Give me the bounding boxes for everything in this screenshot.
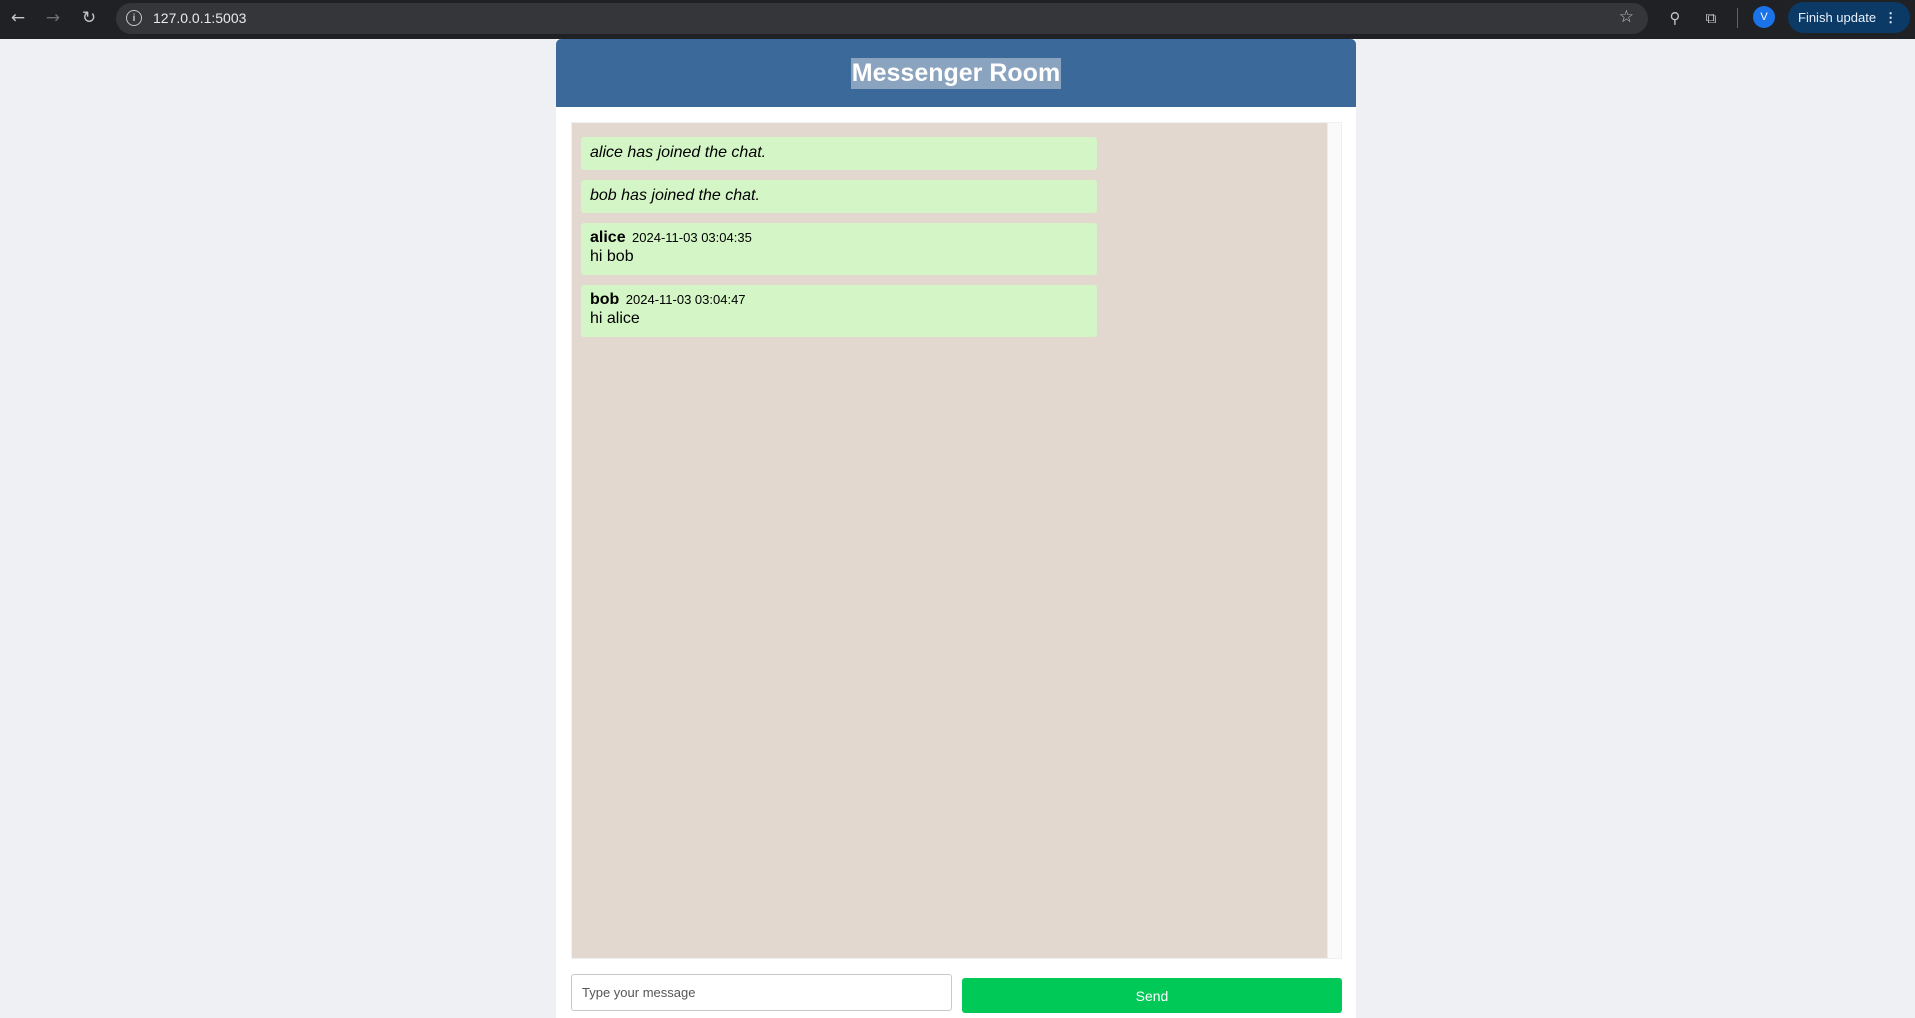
chat-message: bob 2024-11-03 03:04:47 hi alice	[581, 285, 1097, 337]
browser-toolbar: ← → ↻ i 127.0.0.1:5003 ☆ ⚲ ⧉ V Finish up…	[0, 0, 1915, 39]
system-message-text: alice has joined the chat.	[590, 144, 767, 161]
message-text: hi bob	[590, 248, 634, 265]
send-button[interactable]: Send	[962, 978, 1342, 1013]
system-message: alice has joined the chat.	[581, 137, 1097, 170]
back-arrow-icon[interactable]: ←	[5, 5, 31, 31]
url-text[interactable]: 127.0.0.1:5003	[153, 10, 246, 26]
menu-icon[interactable]: ⋮	[1884, 10, 1897, 26]
chat-scrollbar[interactable]	[1327, 123, 1341, 958]
message-composer: Send	[571, 974, 1342, 1014]
extensions-puzzle-icon[interactable]: ⧉	[1699, 6, 1723, 30]
extension-icon[interactable]: ⚲	[1663, 6, 1687, 30]
message-list: alice has joined the chat. bob has joine…	[581, 137, 1097, 347]
forward-arrow-icon[interactable]: →	[40, 5, 66, 31]
system-message: bob has joined the chat.	[581, 180, 1097, 213]
site-info-icon[interactable]: i	[126, 10, 142, 26]
chat-message: alice 2024-11-03 03:04:35 hi bob	[581, 223, 1097, 275]
message-text: hi alice	[590, 310, 640, 327]
address-bar[interactable]: i 127.0.0.1:5003 ☆	[116, 3, 1648, 34]
page-title: Messenger Room	[850, 57, 1062, 89]
toolbar-divider	[1737, 8, 1738, 28]
message-sender: alice	[590, 229, 626, 246]
message-timestamp: 2024-11-03 03:04:47	[625, 292, 746, 307]
message-sender: bob	[590, 291, 620, 308]
finish-update-button[interactable]: Finish update ⋮	[1788, 2, 1910, 33]
message-timestamp: 2024-11-03 03:04:35	[632, 230, 752, 245]
reload-icon[interactable]: ↻	[76, 5, 102, 31]
bookmark-star-icon[interactable]: ☆	[1619, 7, 1634, 27]
finish-update-label: Finish update	[1798, 10, 1877, 25]
profile-avatar[interactable]: V	[1753, 6, 1775, 28]
chat-messages-panel[interactable]: alice has joined the chat. bob has joine…	[571, 122, 1342, 959]
message-input[interactable]	[571, 974, 952, 1011]
messenger-app: Messenger Room alice has joined the chat…	[556, 39, 1356, 1018]
app-header: Messenger Room	[556, 39, 1356, 107]
system-message-text: bob has joined the chat.	[590, 187, 760, 204]
